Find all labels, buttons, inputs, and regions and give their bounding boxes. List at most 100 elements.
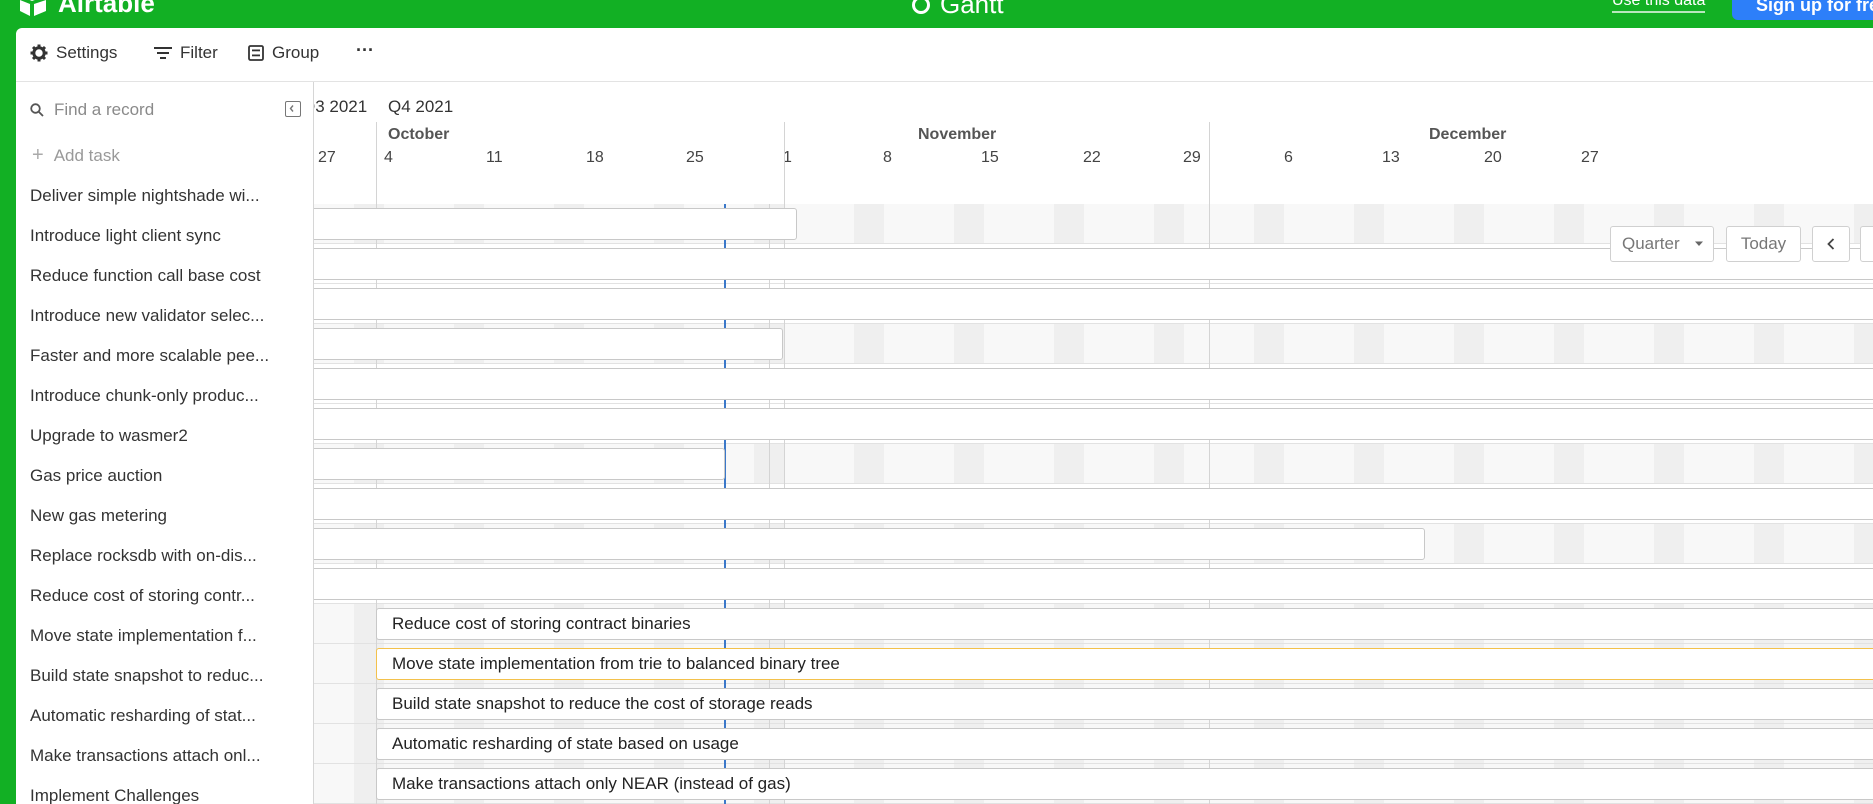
use-this-data-link[interactable]: Use this data [1612,0,1706,13]
weekend-shade [1754,524,1784,563]
next-period-button[interactable] [1860,226,1873,262]
day-tick-label: 22 [1083,149,1101,166]
record-list-item[interactable]: Move state implementation f... [16,616,313,656]
weekend-shade [1154,324,1184,363]
weekend-shade [1854,444,1873,483]
day-tick-label: 25 [686,149,704,166]
record-list-item[interactable]: Gas price auction [16,456,313,496]
app-header: Airtable Gantt Use this data Sign up for… [0,0,1873,28]
add-task-label: Add task [53,145,120,165]
filter-label: Filter [180,43,218,62]
gantt-task-bar[interactable] [314,488,1873,520]
search-input[interactable] [52,99,276,121]
gantt-task-bar[interactable] [314,528,1425,560]
day-tick-label: 27 [1581,149,1599,166]
record-list-item[interactable]: Introduce chunk-only produc... [16,376,313,416]
gantt-task-bar[interactable] [314,208,797,240]
gantt-app-icon [912,0,930,14]
search-icon [30,103,44,117]
gantt-task-bar[interactable] [314,368,1873,400]
settings-label: Settings [56,43,118,62]
weekend-shade [1454,324,1484,363]
search-row [30,98,305,122]
record-list-item[interactable]: Introduce new validator selec... [16,296,313,336]
add-task-button[interactable]: + Add task [32,144,120,167]
record-list-item[interactable]: Build state snapshot to reduc... [16,656,313,696]
weekend-shade [1054,204,1084,243]
weekend-shade [1154,444,1184,483]
record-list-item[interactable]: Implement Challenges [16,776,313,804]
weekend-shade [1554,204,1584,243]
today-button[interactable]: Today [1726,226,1801,262]
weekend-shade [1854,324,1873,363]
weekend-shade [1654,524,1684,563]
gantt-timeline: Q3 2021 Q4 2021 October November Decembe… [314,82,1873,804]
record-list-item[interactable]: Faster and more scalable pee... [16,336,313,376]
record-list-item[interactable]: Upgrade to wasmer2 [16,416,313,456]
weekend-shade [1454,524,1484,563]
record-list-item[interactable]: Reduce function call base cost [16,256,313,296]
filter-icon [154,47,172,59]
group-button[interactable]: Group [248,43,319,63]
more-options-button[interactable]: ··· [356,40,374,61]
record-list-item[interactable]: Reduce cost of storing contr... [16,576,313,616]
weekend-shade [1354,444,1384,483]
record-list-item[interactable]: Replace rocksdb with on-dis... [16,536,313,576]
weekend-shade [1454,204,1484,243]
record-list-item[interactable]: Deliver simple nightshade wi... [16,176,313,216]
record-list-item[interactable]: Automatic resharding of stat... [16,696,313,736]
gear-icon [30,44,48,62]
app-title-text: Gantt [940,0,1004,19]
signup-button[interactable]: Sign up for free [1732,0,1873,20]
gantt-task-bar[interactable] [314,288,1873,320]
weekend-shade [1554,444,1584,483]
weekend-shade [954,444,984,483]
group-icon [248,45,264,61]
gantt-task-bar[interactable] [314,568,1873,600]
record-list-item[interactable]: New gas metering [16,496,313,536]
weekend-shade [1654,444,1684,483]
weekend-shade [1854,524,1873,563]
month-label-november: November [918,126,997,143]
zoom-level-select[interactable]: Quarter [1610,226,1714,262]
zoom-level-label: Quarter [1622,234,1680,253]
chevron-left-icon [1827,238,1835,250]
caret-down-icon [1694,241,1703,246]
weekend-shade [1554,524,1584,563]
gantt-task-bar[interactable] [314,408,1873,440]
record-list-item[interactable]: Introduce light client sync [16,216,313,256]
gantt-task-bar[interactable] [314,448,725,480]
weekend-shade [1254,444,1284,483]
day-tick-label: 27 [318,149,336,166]
plus-icon: + [32,144,44,166]
gantt-task-bar[interactable]: Build state snapshot to reduce the cost … [376,688,1873,720]
previous-period-button[interactable] [1812,226,1850,262]
filter-button[interactable]: Filter [154,43,218,63]
toolbar: Settings Filter Group ··· [16,28,1873,82]
day-tick-label: 8 [883,149,892,166]
gantt-panel: Settings Filter Group ··· Find a record … [16,28,1873,804]
weekend-shade [1454,444,1484,483]
settings-button[interactable]: Settings [30,43,117,63]
month-header-divider [1209,122,1210,204]
gantt-task-bar[interactable] [314,328,783,360]
weekend-shade [1054,444,1084,483]
record-list-item[interactable]: Make transactions attach onl... [16,736,313,776]
weekend-shade [854,204,884,243]
weekend-shade [1754,444,1784,483]
day-tick-label: 11 [486,149,503,166]
airtable-logo[interactable]: Airtable [18,0,155,19]
group-label: Group [272,43,320,62]
collapse-sidebar-icon[interactable] [285,101,301,117]
gantt-task-bar[interactable]: Reduce cost of storing contract binaries [376,608,1873,640]
gantt-task-bar[interactable]: Move state implementation from trie to b… [376,648,1873,680]
weekend-shade [954,204,984,243]
record-sidebar: + Add task Deliver simple nightshade wi.… [16,82,314,804]
day-tick-label: 29 [1183,149,1201,166]
quarter-label-q4: Q4 2021 [388,97,454,116]
app-title: Gantt [912,0,1004,20]
day-tick-label: 13 [1382,149,1400,166]
month-label-october: October [388,126,450,143]
gantt-task-bar[interactable]: Automatic resharding of state based on u… [376,728,1873,760]
gantt-task-bar[interactable]: Make transactions attach only NEAR (inst… [376,768,1873,800]
